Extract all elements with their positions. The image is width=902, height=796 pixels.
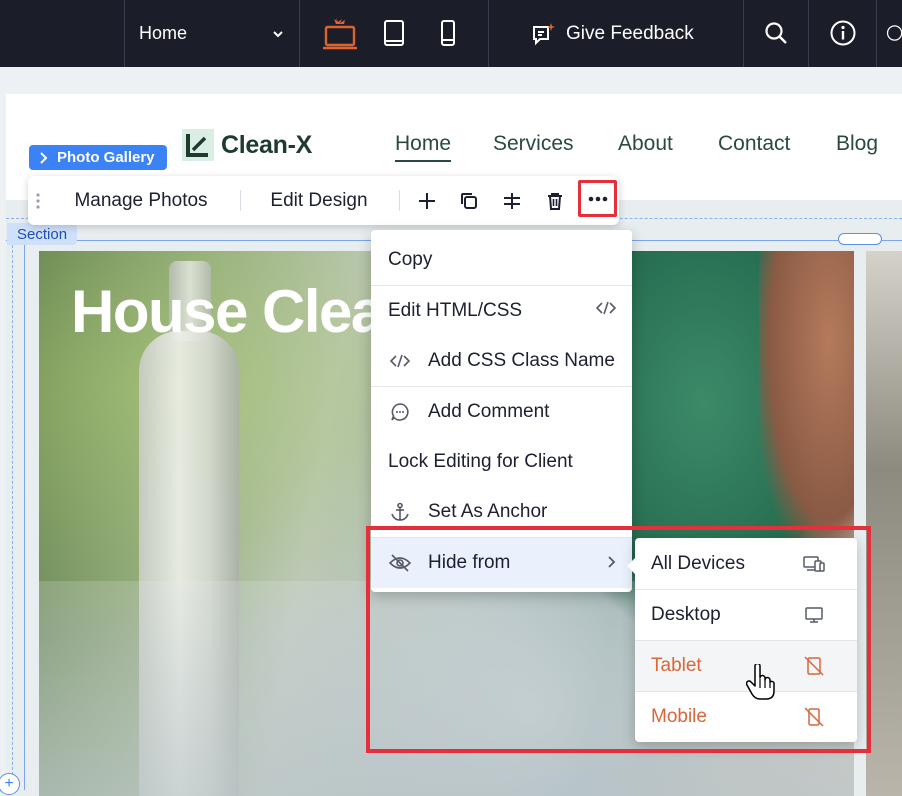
submenu-pointer (627, 558, 635, 574)
more-topbar-button[interactable] (886, 10, 902, 56)
menu-item-edit-html-css[interactable]: Edit HTML/CSS (371, 286, 632, 336)
menu-item-lock-editing[interactable]: Lock Editing for Client (371, 437, 632, 487)
duplicate-icon (461, 192, 477, 209)
nav-blog[interactable]: Blog (836, 132, 878, 156)
submenu-item-label: Tablet (651, 655, 702, 676)
desktop-icon (803, 604, 825, 626)
duplicate-button[interactable] (454, 176, 484, 225)
chevron-right-icon (40, 151, 48, 164)
code-icon (595, 300, 617, 322)
menu-item-add-comment[interactable]: Add Comment (371, 387, 632, 437)
plus-icon (419, 192, 435, 209)
give-feedback-button[interactable]: Give Feedback (530, 0, 694, 67)
menu-item-label: Lock Editing for Client (388, 451, 573, 472)
more-icon (588, 196, 607, 201)
chevron-right-icon (608, 552, 616, 574)
element-toolbar: Manage Photos Edit Design (28, 176, 619, 225)
context-menu: Copy Edit HTML/CSS Add CSS Class Name Ad… (371, 230, 632, 592)
menu-item-copy[interactable]: Copy (371, 235, 632, 285)
next-gallery-image (866, 251, 902, 796)
hide-from-submenu: All Devices Desktop Tablet Mobile (627, 538, 857, 742)
component-tag-label: Photo Gallery (57, 149, 155, 166)
eye-off-icon (389, 552, 411, 574)
menu-item-label: Edit HTML/CSS (388, 300, 523, 321)
site-logo[interactable]: Clean-X (181, 128, 312, 162)
menu-item-label: Add Comment (428, 401, 550, 422)
code-icon (389, 350, 411, 372)
help-icon (886, 25, 902, 41)
menu-item-label: Set As Anchor (428, 501, 548, 522)
chevron-down-icon (273, 30, 283, 37)
give-feedback-label: Give Feedback (566, 22, 694, 44)
menu-item-label: Copy (388, 249, 433, 270)
section-resize-handle[interactable] (838, 233, 882, 245)
info-icon (830, 20, 856, 46)
edit-design-button[interactable]: Edit Design (258, 176, 380, 225)
submenu-item-label: Desktop (651, 604, 721, 625)
section-tag[interactable]: Section (7, 223, 78, 245)
divider (299, 0, 300, 67)
hand-cursor-icon (746, 664, 775, 700)
manage-photos-button[interactable]: Manage Photos (66, 176, 216, 225)
add-button[interactable] (412, 176, 442, 225)
divider (808, 0, 809, 67)
distribute-icon (504, 192, 520, 209)
menu-item-hide-from[interactable]: Hide from (371, 538, 632, 588)
hero-arm (759, 251, 854, 551)
submenu-item-label: Mobile (651, 706, 707, 727)
mobile-icon (441, 20, 455, 46)
page-selector-label: Home (139, 23, 188, 43)
section-guide-rail (12, 245, 13, 790)
hero-headline: House Clea (71, 278, 384, 345)
menu-item-add-css-class[interactable]: Add CSS Class Name (371, 336, 632, 386)
more-actions-button[interactable] (578, 180, 617, 217)
drag-handle-icon[interactable] (36, 193, 40, 209)
delete-button[interactable] (540, 176, 570, 225)
nav-home[interactable]: Home (395, 132, 452, 162)
menu-item-label: Hide from (428, 552, 511, 573)
component-tag[interactable]: Photo Gallery (29, 145, 167, 170)
menu-item-set-anchor[interactable]: Set As Anchor (371, 487, 632, 537)
hide-all-devices-option[interactable]: All Devices (635, 539, 857, 589)
mobile-view-button[interactable] (426, 10, 470, 56)
desktop-icon (323, 17, 357, 50)
divider (488, 0, 489, 67)
mobile-hidden-icon (803, 706, 825, 728)
divider (876, 0, 877, 67)
nav-about[interactable]: About (618, 132, 673, 156)
tablet-icon (384, 20, 404, 46)
divider (399, 190, 400, 211)
nav-contact[interactable]: Contact (718, 132, 790, 156)
trash-icon (548, 192, 562, 210)
page-selector[interactable]: Home (125, 0, 299, 67)
tablet-hidden-icon (803, 655, 825, 677)
logo-mark-icon (182, 129, 214, 161)
hide-desktop-option[interactable]: Desktop (635, 590, 857, 640)
distribute-button[interactable] (497, 176, 527, 225)
feedback-icon (533, 22, 555, 45)
info-button[interactable] (820, 10, 866, 56)
search-button[interactable] (753, 10, 799, 56)
site-logo-text: Clean-X (221, 130, 312, 159)
desktop-view-button[interactable] (318, 10, 362, 56)
tablet-view-button[interactable] (372, 10, 416, 56)
divider (240, 190, 241, 211)
plus-icon: + (4, 775, 14, 792)
submenu-item-label: All Devices (651, 553, 745, 574)
menu-item-label: Add CSS Class Name (428, 350, 615, 371)
search-icon (765, 22, 787, 44)
editor-top-bar: Home Give Feedback (0, 0, 902, 67)
divider (743, 0, 744, 67)
nav-services[interactable]: Services (493, 132, 574, 156)
comment-icon (389, 401, 411, 423)
anchor-icon (389, 501, 411, 523)
multi-device-icon (803, 553, 825, 575)
section-guide-rail (24, 245, 25, 790)
